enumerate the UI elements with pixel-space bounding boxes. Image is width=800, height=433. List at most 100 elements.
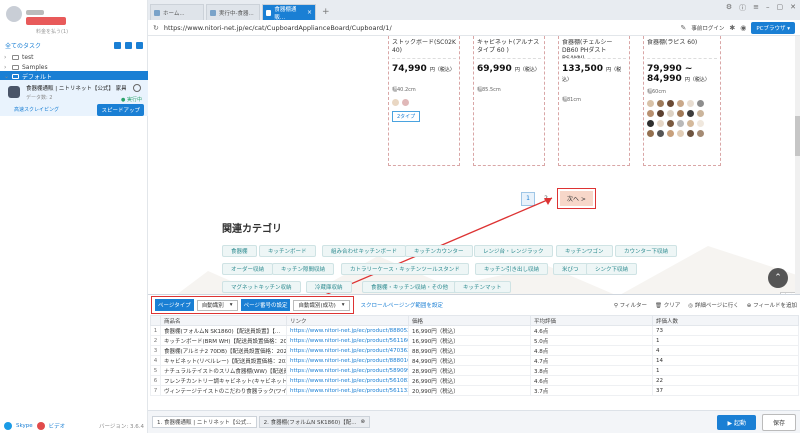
table-cell[interactable]: 4.6点 bbox=[530, 375, 653, 386]
product-name[interactable]: 食器棚(ラピス 60) bbox=[647, 39, 717, 59]
table-cell[interactable]: 4 bbox=[652, 345, 799, 356]
table-cell[interactable]: 1 bbox=[652, 335, 799, 346]
swatch[interactable] bbox=[392, 99, 399, 106]
table-cell[interactable]: 3.8点 bbox=[530, 365, 653, 376]
clear-button[interactable]: 🗑 クリア bbox=[655, 301, 680, 309]
column-header[interactable]: 平均評価 bbox=[530, 315, 653, 326]
table-row[interactable]: 2キッチンボード(BRM WH)【配送員設置価格：2023/...https:/… bbox=[150, 335, 799, 346]
swatch[interactable] bbox=[647, 120, 654, 127]
table-cell[interactable]: 14 bbox=[652, 355, 799, 366]
table-cell[interactable]: 16,990円（税込） bbox=[408, 335, 531, 346]
swatch[interactable] bbox=[697, 130, 704, 137]
pre-login-button[interactable]: 事前ログイン bbox=[691, 24, 724, 32]
table-row[interactable]: 7ヴィンテージテイストのこだわり食器ラック(ワイド)【配...https://w… bbox=[150, 385, 799, 396]
add-field-button[interactable]: ⊕ フィールドを追加 bbox=[747, 301, 797, 309]
folder-test[interactable]: › test bbox=[0, 52, 148, 62]
close-window-icon[interactable]: ✕ bbox=[790, 3, 796, 13]
add-task-icon[interactable] bbox=[136, 41, 143, 49]
swatch[interactable] bbox=[667, 100, 674, 107]
scroll-paging-link[interactable]: スクロールページング範囲を設定 bbox=[361, 301, 443, 309]
table-cell[interactable]: 3.7点 bbox=[530, 385, 653, 396]
table-cell[interactable]: 16,990円（税込） bbox=[408, 325, 531, 336]
pc-browser-dropdown[interactable]: PCブラウザ ▾ bbox=[751, 21, 795, 34]
swatch[interactable] bbox=[697, 120, 704, 127]
page-scrollbar[interactable] bbox=[795, 36, 800, 294]
table-cell[interactable]: 食器棚(フォルムN SK1860)【配送員設置】【... bbox=[160, 325, 287, 336]
column-header[interactable]: 価格 bbox=[408, 315, 531, 326]
table-cell[interactable]: フレンチカントリー調キャビネット(キャビネット WH... bbox=[160, 375, 287, 386]
swatch[interactable] bbox=[657, 110, 664, 117]
table-row[interactable]: 4 キャビネット(リベルレー)【配送員設置価格：2023/... https://w… bbox=[150, 355, 799, 366]
type-badge[interactable]: 2タイプ bbox=[392, 111, 421, 122]
avatar[interactable] bbox=[6, 6, 22, 22]
table-cell[interactable]: https://www.nitori-net.jp/ec/product/589… bbox=[286, 365, 409, 376]
category-chip[interactable]: キッチンボード bbox=[259, 245, 316, 257]
import-icon[interactable] bbox=[125, 41, 132, 49]
category-chip[interactable]: 食器棚・キッチン収納・その他 bbox=[362, 281, 458, 293]
result-tab-1[interactable]: 1. 食器棚通販 | ニトリネット【公式... bbox=[152, 416, 257, 428]
detail-page-button[interactable]: ◎ 詳細ページに行く bbox=[688, 301, 738, 309]
bug-icon[interactable]: ✱ bbox=[729, 24, 735, 32]
video-label[interactable]: ビデオ bbox=[49, 422, 66, 430]
product-name[interactable]: キャビネット(アルナスタイプ 60 ) bbox=[477, 39, 541, 59]
skype-label[interactable]: Skype bbox=[16, 423, 33, 429]
info-icon[interactable]: ⓘ bbox=[739, 3, 746, 13]
category-chip[interactable]: カウンター下収納 bbox=[615, 245, 678, 257]
eye-icon[interactable]: ◉ bbox=[740, 24, 746, 32]
product-name[interactable]: ストックボード(SC02K 40) bbox=[392, 39, 456, 59]
start-button[interactable]: ▶ 起動 bbox=[717, 414, 756, 430]
category-chip[interactable]: オーダー収納 bbox=[222, 263, 274, 275]
video-icon[interactable] bbox=[36, 422, 45, 430]
result-tab-2[interactable]: 2. 食器棚(フォルムN SK1860)【配... ⊗ bbox=[258, 416, 371, 428]
category-chip[interactable]: キッチンマット bbox=[454, 281, 511, 293]
page-2-button[interactable]: 2 bbox=[539, 191, 553, 206]
table-row[interactable]: 3 食器棚(アルミナ2 70DB)【配送員設置価格：2023/... https:/… bbox=[150, 345, 799, 356]
edit-icon[interactable]: ✎ bbox=[680, 24, 686, 32]
table-cell[interactable]: 5.0点 bbox=[530, 335, 653, 346]
table-cell[interactable]: 4.8点 bbox=[530, 345, 653, 356]
category-chip[interactable]: カトラリーケース・キッチンツールスタンド bbox=[341, 263, 469, 275]
table-cell[interactable]: 20,990円（税込） bbox=[408, 385, 531, 396]
table-cell[interactable]: 4.7点 bbox=[530, 355, 653, 366]
column-header[interactable]: リンク bbox=[286, 315, 409, 326]
product-card[interactable]: ストックボード(SC02K 40) 74,990 円（税込） 幅40.2cm 2… bbox=[388, 36, 460, 166]
swatch[interactable] bbox=[667, 130, 674, 137]
all-tasks-label[interactable]: 全てのタスク bbox=[5, 41, 110, 50]
billing-link[interactable]: 料金を払う(1) bbox=[36, 28, 68, 35]
category-chip[interactable]: 組み合わせキッチンボード bbox=[322, 245, 407, 257]
tab-running[interactable]: 実行中-食器... bbox=[206, 4, 260, 20]
table-cell[interactable]: 1 bbox=[652, 365, 799, 376]
table-cell[interactable]: ナチュラルテイストのスリム食器棚(WW)【配送員設... bbox=[160, 365, 287, 376]
menu-icon[interactable]: ≡ bbox=[753, 3, 759, 13]
table-cell[interactable]: https://www.nitori-net.jp/ec/product/888… bbox=[286, 325, 409, 336]
user-area[interactable] bbox=[0, 0, 147, 36]
tab-home[interactable]: ホーム... bbox=[150, 4, 204, 20]
table-cell[interactable]: 84,990円（税込） bbox=[408, 355, 531, 366]
close-icon[interactable]: × bbox=[307, 9, 312, 16]
table-cell[interactable]: 37 bbox=[652, 385, 799, 396]
table-cell[interactable]: https://www.nitori-net.jp/ec/product/561… bbox=[286, 335, 409, 346]
swatch[interactable] bbox=[697, 100, 704, 107]
swatch[interactable] bbox=[647, 100, 654, 107]
category-chip[interactable]: 米びつ bbox=[553, 263, 588, 275]
new-folder-icon[interactable] bbox=[114, 41, 121, 49]
swatch[interactable] bbox=[647, 110, 654, 117]
table-cell[interactable]: 73 bbox=[652, 325, 799, 336]
table-cell[interactable]: https://www.nitori-net.jp/ec/product/888… bbox=[286, 355, 409, 366]
table-cell[interactable]: 26,990円（税込） bbox=[408, 375, 531, 386]
category-chip[interactable]: レンジ台・レンジラック bbox=[474, 245, 553, 257]
product-card[interactable]: 食器棚(ラピス 60) 79,990 ~ 84,990 円（税込） 幅60cm bbox=[643, 36, 721, 166]
swatch[interactable] bbox=[687, 130, 694, 137]
minimize-icon[interactable]: – bbox=[766, 3, 770, 13]
play-icon[interactable] bbox=[133, 84, 141, 92]
next-page-highlight[interactable]: 次へ > bbox=[557, 188, 596, 209]
speedup-button[interactable]: スピードアップ bbox=[97, 104, 144, 116]
table-cell[interactable]: 4.6点 bbox=[530, 325, 653, 336]
table-cell[interactable]: https://www.nitori-net.jp/ec/product/561… bbox=[286, 385, 409, 396]
swatch[interactable] bbox=[697, 110, 704, 117]
page-type-select[interactable]: 自動識別 ▾ bbox=[196, 299, 238, 311]
reload-icon[interactable]: ↻ bbox=[153, 24, 159, 32]
swatch[interactable] bbox=[677, 120, 684, 127]
page-1-button[interactable]: 1 bbox=[521, 191, 535, 206]
swatch[interactable] bbox=[687, 120, 694, 127]
